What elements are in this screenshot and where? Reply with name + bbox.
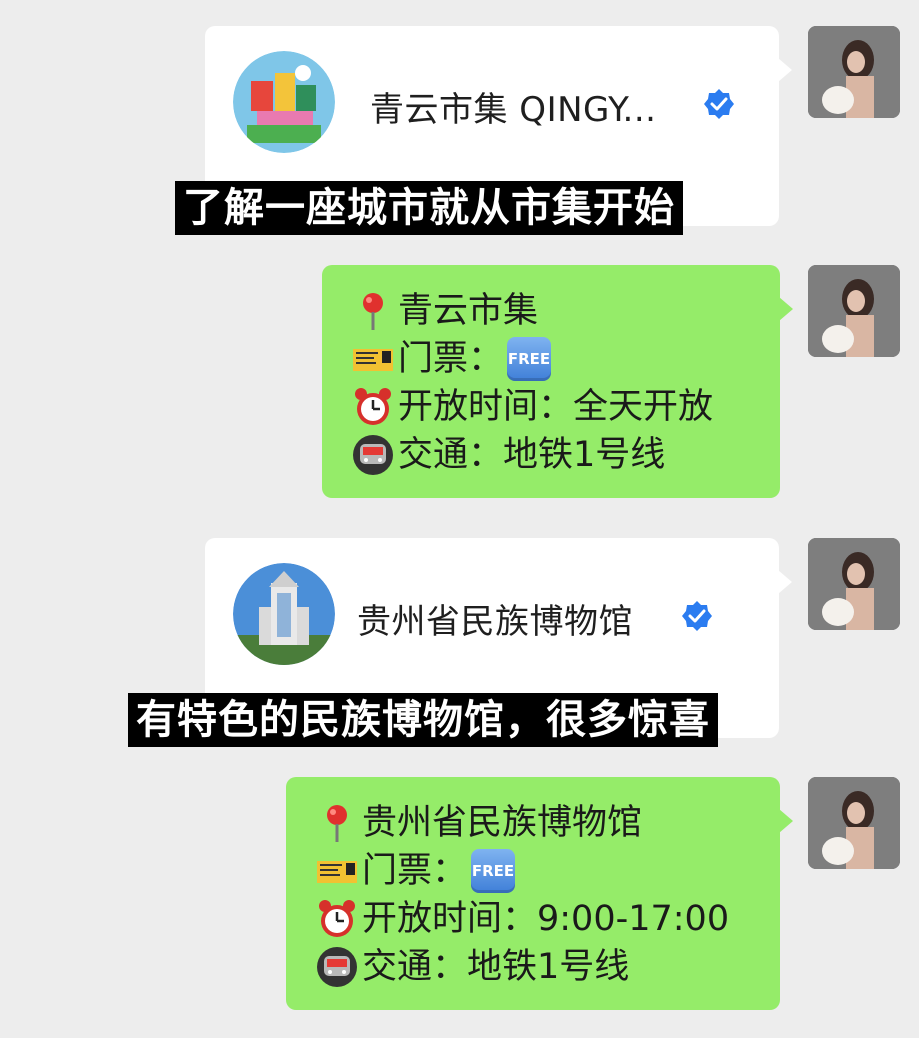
- transport-line: 交通：地铁1号线: [316, 943, 629, 991]
- ticket-label: 门票：: [398, 339, 504, 379]
- user-avatar[interactable]: [808, 777, 900, 869]
- video-subtitle: 有特色的民族博物馆，很多惊喜: [128, 693, 718, 747]
- hours-text: 开放时间：9:00-17:00: [362, 899, 730, 939]
- user-avatar[interactable]: [808, 26, 900, 118]
- account-logo: [233, 51, 335, 153]
- account-name: 贵州省民族博物馆: [357, 602, 633, 642]
- video-subtitle: 了解一座城市就从市集开始: [175, 181, 683, 235]
- bubble-tail: [778, 58, 792, 82]
- bubble-tail: [778, 570, 792, 594]
- bubble-tail: [779, 297, 793, 321]
- alarm-clock-icon: [319, 900, 355, 937]
- venue-title: 贵州省民族博物馆: [362, 803, 643, 843]
- ticket-icon: [353, 349, 393, 371]
- free-icon: FREE: [507, 337, 552, 381]
- transport-text: 交通：地铁1号线: [398, 435, 666, 475]
- hours-line: 开放时间：全天开放: [352, 383, 713, 431]
- verified-badge-icon: [682, 601, 712, 631]
- alarm-clock-icon: [355, 388, 391, 425]
- user-avatar[interactable]: [808, 265, 900, 357]
- hours-text: 开放时间：全天开放: [398, 387, 714, 427]
- metro-train-icon: [317, 947, 357, 987]
- hours-line: 开放时间：9:00-17:00: [316, 895, 729, 943]
- ticket-line: 门票： FREE: [352, 335, 552, 383]
- pin-icon: [363, 293, 383, 330]
- verified-badge-icon: [704, 89, 734, 119]
- metro-train-icon: [353, 435, 393, 475]
- pin-icon: [327, 805, 347, 842]
- user-avatar[interactable]: [808, 538, 900, 630]
- chat-bubble-sent[interactable]: 贵州省民族博物馆 门票： FREE 开放时间：9:00-17:00 交通：地铁1…: [286, 777, 793, 1010]
- chat-bubble-sent[interactable]: 青云市集 门票： FREE 开放时间：全天开放 交通：地铁1号线: [322, 265, 793, 498]
- ticket-icon: [317, 861, 357, 883]
- venue-title-line: 青云市集: [352, 287, 538, 335]
- ticket-line: 门票： FREE: [316, 847, 516, 895]
- transport-text: 交通：地铁1号线: [362, 947, 630, 987]
- bubble-tail: [779, 809, 793, 833]
- transport-line: 交通：地铁1号线: [352, 431, 665, 479]
- free-icon: FREE: [471, 849, 516, 893]
- account-name: 青云市集 QINGY...: [370, 90, 657, 130]
- account-logo: [233, 563, 335, 665]
- venue-title-line: 贵州省民族博物馆: [316, 799, 642, 847]
- venue-title: 青云市集: [398, 291, 539, 331]
- ticket-label: 门票：: [362, 851, 468, 891]
